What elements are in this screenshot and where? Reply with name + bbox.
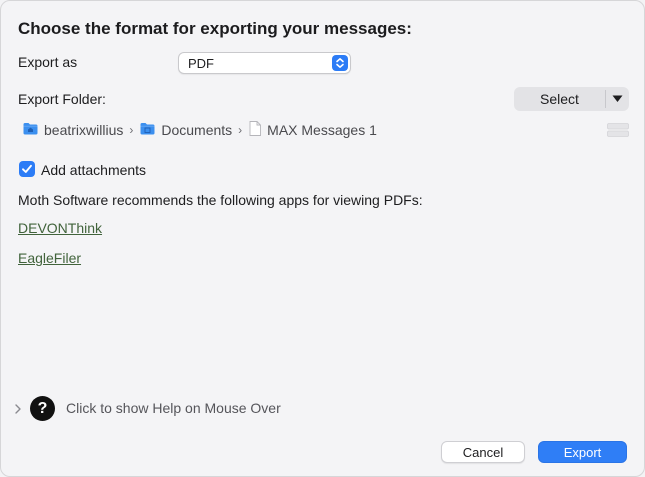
- path-menu-icon[interactable]: [607, 123, 629, 137]
- help-hint-text: Click to show Help on Mouse Over: [66, 400, 281, 416]
- document-icon: [249, 121, 262, 139]
- export-as-label: Export as: [18, 54, 78, 70]
- disclosure-chevron-icon[interactable]: [13, 402, 23, 414]
- devonthink-link[interactable]: DEVONThink: [18, 220, 102, 236]
- triangle-down-icon: [612, 95, 623, 102]
- export-button[interactable]: Export: [538, 441, 627, 463]
- path-segment-home[interactable]: beatrixwillius: [23, 122, 123, 138]
- help-button[interactable]: ?: [30, 396, 55, 421]
- chevron-right-icon: ›: [238, 123, 243, 137]
- cancel-button[interactable]: Cancel: [441, 441, 525, 463]
- home-folder-icon: [23, 122, 38, 138]
- export-folder-label: Export Folder:: [18, 91, 106, 107]
- folder-icon: [140, 122, 155, 138]
- export-format-value: PDF: [188, 56, 214, 71]
- checkmark-icon: [22, 164, 32, 173]
- path-segment-label: MAX Messages 1: [267, 122, 377, 138]
- path-segment-label: Documents: [161, 122, 233, 138]
- select-folder-button[interactable]: Select: [514, 87, 605, 111]
- path-segment-file[interactable]: MAX Messages 1: [249, 121, 377, 139]
- path-segment-label: beatrixwillius: [44, 122, 124, 138]
- add-attachments-label[interactable]: Add attachments: [41, 162, 146, 178]
- select-stepper-icon: [332, 55, 348, 71]
- select-folder-menu-button[interactable]: [606, 87, 629, 111]
- path-control[interactable]: beatrixwillius › Documents › MAX Message…: [23, 120, 377, 140]
- export-format-select[interactable]: PDF: [178, 52, 351, 74]
- export-dialog: Choose the format for exporting your mes…: [0, 0, 645, 477]
- path-segment-documents[interactable]: Documents: [140, 122, 232, 138]
- recommendation-text: Moth Software recommends the following a…: [18, 192, 423, 208]
- select-folder-split-button: Select: [514, 87, 629, 111]
- question-mark-icon: ?: [37, 400, 48, 417]
- dialog-title: Choose the format for exporting your mes…: [18, 19, 412, 38]
- eaglefiler-link[interactable]: EagleFiler: [18, 250, 81, 266]
- chevron-right-icon: ›: [129, 123, 134, 137]
- add-attachments-checkbox[interactable]: [19, 161, 35, 177]
